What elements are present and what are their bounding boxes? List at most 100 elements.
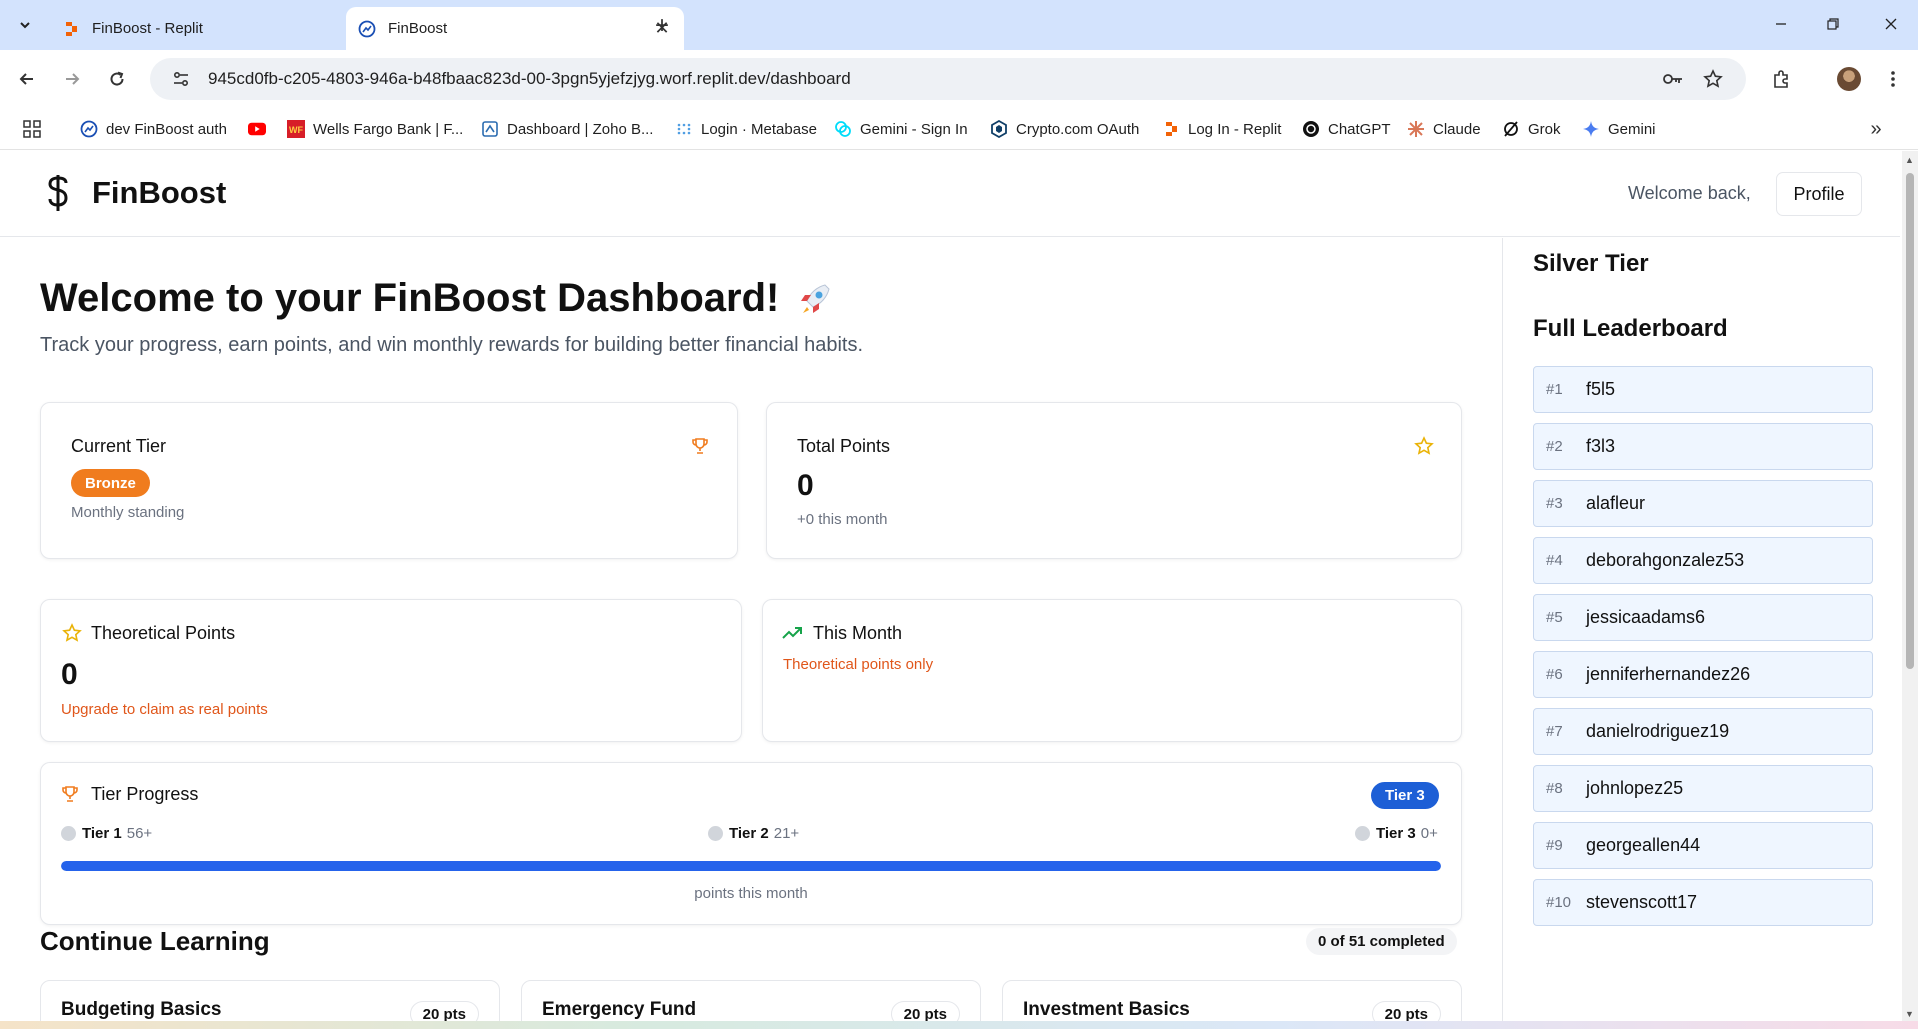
tab-search-button[interactable] (10, 12, 40, 38)
scroll-up-arrow-icon[interactable]: ▲ (1905, 155, 1914, 165)
finboost-favicon (80, 120, 98, 138)
course-card-investment-basics[interactable]: Investment Basics 20 pts (1002, 980, 1462, 1021)
apps-grid-icon[interactable] (20, 117, 44, 141)
rank-label: #9 (1546, 837, 1563, 854)
avatar (1837, 67, 1861, 91)
username: georgeallen44 (1586, 835, 1701, 855)
card-caption: +0 this month (797, 511, 888, 528)
password-key-icon[interactable] (1658, 64, 1688, 94)
arrow-right-icon (66, 73, 80, 85)
bookmark-grok[interactable]: Grok (1502, 116, 1561, 142)
youtube-icon (248, 120, 266, 138)
rank-label: #8 (1546, 780, 1563, 797)
tab-finboost[interactable]: FinBoost ✕ (346, 7, 684, 50)
card-caption: Monthly standing (71, 504, 185, 521)
brand[interactable]: FinBoost (40, 173, 226, 213)
bookmark-wells-fargo[interactable]: WF Wells Fargo Bank | F... (287, 116, 463, 142)
card-title: Theoretical Points (91, 623, 236, 643)
page-scrollbar[interactable]: ▲ ▼ (1902, 151, 1918, 1021)
leaderboard-list: #1 f5l5 #2 f3l3 #3 alafleur #4 deborahgonzal… (1533, 366, 1873, 936)
new-tab-button[interactable]: + (648, 12, 676, 40)
leaderboard-row[interactable]: #3 alafleur (1533, 480, 1873, 527)
welcome-back-text: Welcome back, (1628, 183, 1751, 203)
sidebar-tier-title: Silver Tier (1533, 250, 1649, 277)
leaderboard-row[interactable]: #5 jessicaadams6 (1533, 594, 1873, 641)
star-icon (61, 622, 83, 644)
bookmark-replit-login[interactable]: Log In - Replit (1162, 116, 1281, 142)
points-value: 0 (797, 469, 814, 502)
scrollbar-thumb[interactable] (1906, 173, 1914, 669)
dollar-sign-icon (40, 173, 76, 213)
rocket-icon (801, 283, 830, 313)
tier-badge: Bronze (71, 469, 150, 497)
card-title: Current Tier (71, 436, 167, 456)
username: johnlopez25 (1586, 778, 1684, 798)
leaderboard-row[interactable]: #1 f5l5 (1533, 366, 1873, 413)
extensions-button[interactable] (1766, 64, 1796, 94)
points-value: 0 (61, 658, 78, 691)
url-text[interactable]: 945cd0fb-c205-4803-946a-b48fbaac823d-00-… (208, 69, 1648, 89)
puzzle-icon (1774, 70, 1788, 88)
bookmark-gemini[interactable]: Gemini (1582, 116, 1656, 142)
rank-label: #10 (1546, 894, 1572, 911)
rank-label: #4 (1546, 552, 1563, 569)
course-card-budgeting-basics[interactable]: Budgeting Basics 20 pts (40, 980, 500, 1021)
crypto-com-icon (990, 120, 1008, 138)
leaderboard-row[interactable]: #4 deborahgonzalez53 (1533, 537, 1873, 584)
bookmark-youtube[interactable] (248, 116, 274, 142)
course-card-emergency-fund[interactable]: Emergency Fund 20 pts (521, 980, 981, 1021)
leaderboard-row[interactable]: #2 f3l3 (1533, 423, 1873, 470)
site-info-icon[interactable] (168, 66, 194, 92)
leaderboard-row[interactable]: #7 danielrodriguez19 (1533, 708, 1873, 755)
bookmark-metabase[interactable]: Login · Metabase (675, 116, 817, 142)
chatgpt-icon (1302, 120, 1320, 138)
rank-label: #3 (1546, 495, 1563, 512)
scroll-down-arrow-icon[interactable]: ▼ (1905, 1009, 1914, 1019)
course-title: Investment Basics (1023, 999, 1190, 1020)
username: stevenscott17 (1586, 892, 1698, 912)
bookmark-claude[interactable]: Claude (1407, 116, 1481, 142)
card-title: Total Points (797, 436, 891, 456)
browser-menu-button[interactable] (1878, 64, 1908, 94)
bookmark-gemini-sign-in[interactable]: Gemini - Sign In (834, 116, 968, 142)
address-bar[interactable]: 945cd0fb-c205-4803-946a-b48fbaac823d-00-… (150, 58, 1746, 100)
replit-icon (1162, 120, 1180, 138)
leaderboard-row[interactable]: #9 georgeallen44 (1533, 822, 1873, 869)
chevron-down-icon (20, 22, 30, 29)
bookmark-zoho-dashboard[interactable]: Dashboard | Zoho B... (481, 116, 653, 142)
brand-name: FinBoost (92, 175, 227, 210)
tab-finboost-replit[interactable]: FinBoost - Replit ✕ (50, 7, 388, 50)
tier-marker-3: Tier 3 0+ (1355, 825, 1438, 842)
forward-button[interactable] (57, 64, 87, 94)
tab-title: FinBoost - Replit (92, 20, 203, 37)
bookmark-dev-finboost-auth[interactable]: dev FinBoost auth (80, 116, 227, 142)
wells-fargo-icon: WF (287, 120, 305, 138)
reload-button[interactable] (102, 64, 132, 94)
leaderboard-row[interactable]: #8 johnlopez25 (1533, 765, 1873, 812)
window-close-button[interactable] (1868, 10, 1914, 38)
tier-progress-fill (61, 861, 1441, 871)
current-tier-pill: Tier 3 (1371, 782, 1439, 809)
username: f3l3 (1586, 436, 1616, 456)
bookmark-crypto-com[interactable]: Crypto.com OAuth (990, 116, 1139, 142)
profile-avatar-button[interactable] (1834, 64, 1864, 94)
bookmark-star-icon[interactable] (1698, 64, 1728, 94)
restore-button[interactable] (1810, 10, 1856, 38)
username: jenniferhernandez26 (1586, 664, 1751, 684)
bookmarks-overflow-button[interactable]: » (1864, 117, 1888, 141)
leaderboard-row[interactable]: #6 jenniferhernandez26 (1533, 651, 1873, 698)
profile-button[interactable]: Profile (1776, 172, 1862, 216)
rank-label: #1 (1546, 381, 1563, 398)
close-icon (1885, 18, 1897, 30)
tier-dot (1355, 826, 1370, 841)
svg-text:WF: WF (289, 125, 303, 135)
rank-label: #7 (1546, 723, 1563, 740)
username: alafleur (1586, 493, 1646, 513)
minimize-button[interactable] (1758, 10, 1804, 38)
username: f5l5 (1586, 379, 1616, 399)
back-button[interactable] (12, 64, 42, 94)
course-points-badge: 20 pts (890, 1001, 960, 1021)
browser-tab-bar: FinBoost - Replit ✕ FinBoost ✕ + (0, 0, 1918, 50)
leaderboard-row[interactable]: #10 stevenscott17 (1533, 879, 1873, 926)
bookmark-chatgpt[interactable]: ChatGPT (1302, 116, 1391, 142)
